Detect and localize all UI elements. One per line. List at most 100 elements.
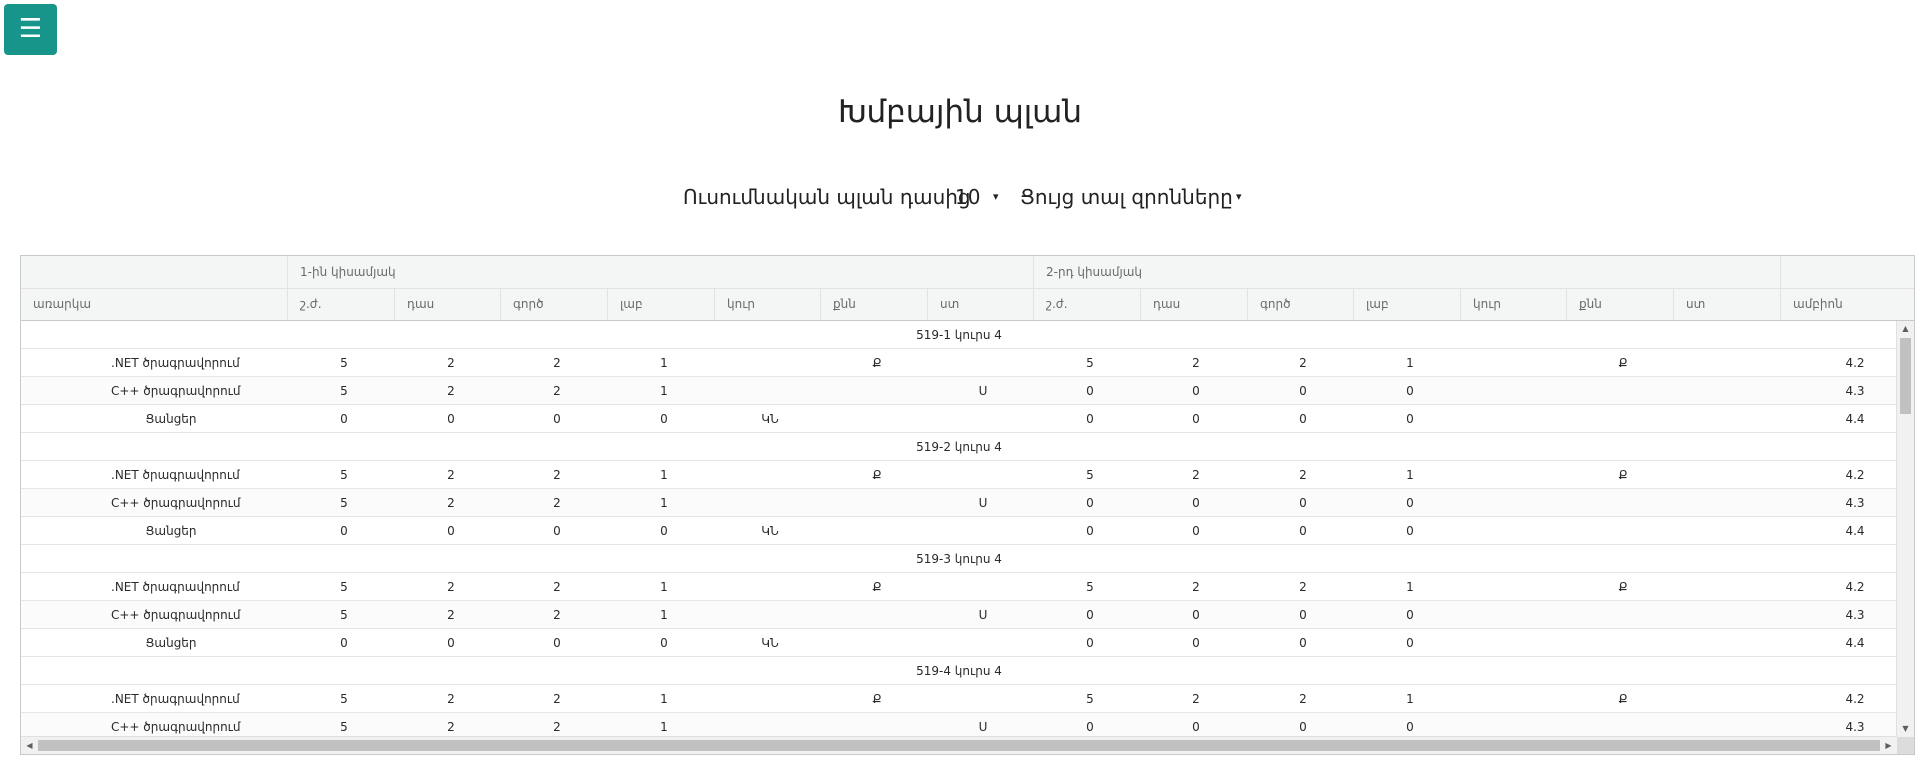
horizontal-scroll-thumb[interactable] <box>38 740 1880 751</box>
column-header-12[interactable]: կուր <box>1460 288 1566 320</box>
column-header-14[interactable]: ստ <box>1673 288 1780 320</box>
semester-header-row: 1-ին կիսամյակ 2-րդ կիսամյակ <box>21 256 1914 289</box>
table-cell: 4.3 <box>1845 608 1865 622</box>
table-row[interactable]: Ցանցեր 0 0 0 0 ԿՆ 0 0 0 0 4.4 <box>21 405 1897 433</box>
table-cell: Ք <box>872 580 882 594</box>
group-row[interactable]: 519-4 կուրս 4 <box>21 657 1897 685</box>
column-header-7[interactable]: ստ <box>927 288 1033 320</box>
table-cell: 2 <box>1192 692 1200 706</box>
table-cell: 4.2 <box>1845 468 1865 482</box>
table-cell <box>710 377 830 405</box>
table-cell: Ս <box>978 608 988 622</box>
table-row[interactable]: Ցանցեր 0 0 0 0 ԿՆ 0 0 0 0 4.4 <box>21 517 1897 545</box>
table-row[interactable]: .NET ծրագրավորում 5 2 2 1 Ք 5 2 2 1 Ք 4.2 <box>21 349 1897 377</box>
table-cell <box>710 573 830 601</box>
group-row[interactable]: 519-1 կուրս 4 <box>21 321 1897 349</box>
table-cell: 2 <box>1192 356 1200 370</box>
table-cell <box>710 713 830 737</box>
table-cell: 2 <box>447 384 455 398</box>
table-cell: 2 <box>553 608 561 622</box>
table-cell: 2 <box>1299 468 1307 482</box>
subject-cell: Ցանցեր <box>145 524 197 538</box>
table-cell: 0 <box>1086 524 1094 538</box>
table-row[interactable]: .NET ծրագրավորում 5 2 2 1 Ք 5 2 2 1 Ք 4.2 <box>21 573 1897 601</box>
horizontal-scrollbar[interactable]: ◀ ▶ <box>21 736 1897 754</box>
table-cell: 0 <box>1192 412 1200 426</box>
table-cell <box>710 461 830 489</box>
table-cell: 0 <box>447 412 455 426</box>
table-cell <box>1563 517 1683 545</box>
menu-button[interactable]: ☰ <box>4 4 57 55</box>
table-cell: 2 <box>447 580 455 594</box>
table-cell <box>1669 573 1789 601</box>
table-cell <box>923 573 1043 601</box>
column-header-6[interactable]: քնն <box>820 288 927 320</box>
scrollbar-corner <box>1897 737 1914 754</box>
vertical-scroll-thumb[interactable] <box>1900 338 1911 414</box>
show-select-label: Ցույց տալ զրոնները <box>1020 185 1233 209</box>
table-cell <box>1669 461 1789 489</box>
column-header-8[interactable]: շ.ժ. <box>1033 288 1140 320</box>
table-row[interactable]: Ցանցեր 0 0 0 0 ԿՆ 0 0 0 0 4.4 <box>21 629 1897 657</box>
table-cell: 2 <box>553 468 561 482</box>
scroll-up-icon[interactable]: ▲ <box>1897 321 1914 337</box>
column-header-0[interactable]: առարկա <box>21 288 287 320</box>
subject-cell: .NET ծրագրավորում <box>111 468 240 482</box>
table-row[interactable]: C++ ծրագրավորում 5 2 2 1 Ս 0 0 0 0 4.3 <box>21 489 1897 517</box>
table-row[interactable]: .NET ծրագրավորում 5 2 2 1 Ք 5 2 2 1 Ք 4.2 <box>21 461 1897 489</box>
table-cell: 1 <box>1406 692 1414 706</box>
table-cell: 0 <box>1299 412 1307 426</box>
table-row[interactable]: .NET ծրագրավորում 5 2 2 1 Ք 5 2 2 1 Ք 4.2 <box>21 685 1897 713</box>
table-cell <box>1456 713 1576 737</box>
column-header-10[interactable]: գործ <box>1247 288 1353 320</box>
column-header-2[interactable]: դաս <box>394 288 500 320</box>
table-cell: 0 <box>1406 608 1414 622</box>
vertical-scrollbar[interactable]: ▲ ▼ <box>1896 321 1914 737</box>
table-cell: 0 <box>1406 496 1414 510</box>
scroll-down-icon[interactable]: ▼ <box>1897 721 1914 737</box>
group-label: 519-2 կուրս 4 <box>916 440 1002 454</box>
table-cell: 0 <box>553 636 561 650</box>
grid-body[interactable]: 519-1 կուրս 4 .NET ծրագրավորում 5 2 2 1 Ք 5 2 2 1 Ք… <box>21 321 1897 737</box>
column-header-15[interactable]: ամբիոն <box>1780 288 1897 320</box>
table-cell: 2 <box>447 356 455 370</box>
group-row[interactable]: 519-3 կուրս 4 <box>21 545 1897 573</box>
scroll-right-icon[interactable]: ▶ <box>1880 737 1897 754</box>
column-header-1[interactable]: շ.ժ. <box>287 288 394 320</box>
table-row[interactable]: C++ ծրագրավորում 5 2 2 1 Ս 0 0 0 0 4.3 <box>21 601 1897 629</box>
table-cell: 5 <box>340 692 348 706</box>
plan-label: Ուսումնական պլան դասից <box>683 185 971 209</box>
subject-cell: C++ ծրագրավորում <box>111 608 241 622</box>
table-cell: 2 <box>553 384 561 398</box>
subject-cell: C++ ծրագրավորում <box>111 496 241 510</box>
column-header-11[interactable]: լաբ <box>1353 288 1460 320</box>
column-header-3[interactable]: գործ <box>500 288 607 320</box>
table-cell <box>710 601 830 629</box>
table-row[interactable]: C++ ծրագրավորում 5 2 2 1 Ս 0 0 0 0 4.3 <box>21 377 1897 405</box>
table-cell: 5 <box>1086 580 1094 594</box>
group-row[interactable]: 519-2 կուրս 4 <box>21 433 1897 461</box>
table-cell: 0 <box>1192 720 1200 734</box>
table-cell <box>923 685 1043 713</box>
table-cell: 5 <box>340 468 348 482</box>
column-header-13[interactable]: քնն <box>1566 288 1673 320</box>
scroll-left-icon[interactable]: ◀ <box>21 737 38 754</box>
table-cell: 2 <box>447 608 455 622</box>
table-cell: 5 <box>340 496 348 510</box>
table-cell: 1 <box>1406 468 1414 482</box>
table-row[interactable]: C++ ծրագրավորում 5 2 2 1 Ս 0 0 0 0 4.3 <box>21 713 1897 737</box>
table-cell: 1 <box>660 468 668 482</box>
table-cell <box>817 517 937 545</box>
table-cell: 0 <box>1192 608 1200 622</box>
grid-header: 1-ին կիսամյակ 2-րդ կիսամյակ առարկա շ.ժ. դաս… <box>21 256 1914 321</box>
table-cell: 0 <box>1086 636 1094 650</box>
table-cell: 0 <box>1406 636 1414 650</box>
table-cell: Ք <box>872 692 882 706</box>
column-header-5[interactable]: կուր <box>714 288 820 320</box>
column-header-4[interactable]: լաբ <box>607 288 714 320</box>
column-header-9[interactable]: դաս <box>1140 288 1247 320</box>
table-cell: 4.4 <box>1845 524 1865 538</box>
table-cell: 4.3 <box>1845 384 1865 398</box>
subject-cell: Ցանցեր <box>145 636 197 650</box>
plan-controls: Ուսումնական պլան դասից 10 ▾ Ցույց տալ զր… <box>0 182 1920 212</box>
